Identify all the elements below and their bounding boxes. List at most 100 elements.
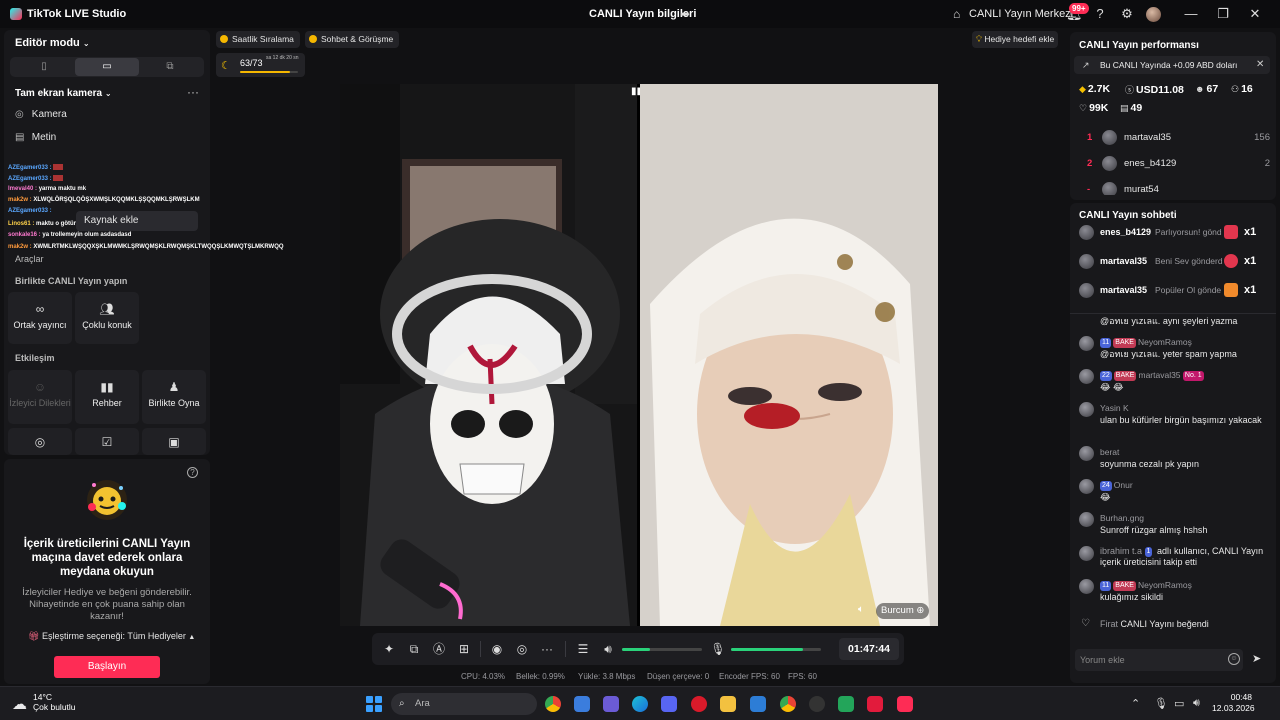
volume-icon[interactable]: 🔊︎ bbox=[600, 641, 616, 657]
moon-icon: ☾ bbox=[221, 60, 231, 72]
settings-dial-icon[interactable]: ◎ bbox=[514, 641, 530, 657]
more-icon[interactable]: ··· bbox=[539, 641, 555, 657]
fan-badge: BAKE bbox=[1113, 581, 1136, 591]
add-source-button[interactable]: Kaynak ekle bbox=[76, 211, 198, 231]
tool-tile[interactable]: ☑ bbox=[75, 428, 139, 455]
gift-row: enes_b4129 Parlıyorsun! gönd x1 bbox=[1079, 224, 1275, 242]
chat-message[interactable]: Burhan.gng Sunroff rüzgar almış hshsh bbox=[1079, 512, 1273, 538]
discord-icon[interactable] bbox=[661, 696, 677, 712]
link-icon: ∞ bbox=[35, 302, 45, 316]
sliders-icon[interactable]: ☰ bbox=[575, 641, 591, 657]
chat-message[interactable]: 11 BAKE NeyomRamoş kulağımız sikildi bbox=[1079, 579, 1273, 605]
home-icon[interactable]: ⌂ bbox=[953, 7, 960, 21]
help-icon[interactable]: ? bbox=[187, 467, 198, 478]
record-icon[interactable]: ◉ bbox=[489, 641, 505, 657]
gift-icon bbox=[1224, 283, 1238, 297]
tool-tile[interactable]: ◎ bbox=[8, 428, 72, 455]
chat-call-button[interactable]: Sohbet & Görüşme bbox=[305, 31, 400, 48]
landscape-mode-button[interactable]: ▭ bbox=[75, 58, 139, 76]
earnings-banner[interactable]: ↗ Bu CANLI Yayında +0.09 ABD doları ✕ bbox=[1074, 56, 1270, 74]
opera-icon[interactable] bbox=[691, 696, 707, 712]
help-icon[interactable]: ? bbox=[1092, 6, 1108, 22]
gear-icon[interactable]: ⚙ bbox=[1119, 6, 1135, 22]
tiktok-logo-icon bbox=[10, 8, 22, 20]
chat-app-icon[interactable] bbox=[838, 696, 854, 712]
co-host-button[interactable]: ∞ Ortak yayıncı bbox=[8, 292, 72, 344]
tool-tile[interactable]: ▣ bbox=[142, 428, 206, 455]
chrome-icon[interactable] bbox=[780, 696, 796, 712]
match-option-dropdown[interactable]: 🎁︎ Eşleştirme seçeneği: Tüm Hediyeler ▲ bbox=[28, 631, 195, 642]
source-text[interactable]: ▤ Metin bbox=[15, 132, 56, 143]
mic-slider[interactable] bbox=[731, 648, 821, 651]
start-match-button[interactable]: Başlayın bbox=[54, 656, 160, 678]
effects-icon[interactable]: ⧉ bbox=[406, 641, 422, 657]
ai-icon[interactable]: Ⓐ bbox=[431, 641, 447, 657]
edge-icon[interactable] bbox=[632, 696, 648, 712]
follow-notice[interactable]: ibrahim t.a 1 adlı kullanıcı, CANLI Yayı… bbox=[1079, 546, 1273, 572]
ranking-row[interactable]: 2 enes_b4129 2 bbox=[1084, 155, 1270, 173]
add-gift-goal-button[interactable]: 💡︎ Hediye hedefi ekle bbox=[972, 31, 1059, 48]
scene-dropdown[interactable]: Tam ekran kamera ⌄ bbox=[15, 88, 112, 99]
emoji-icon[interactable]: ☺ bbox=[1228, 653, 1240, 665]
chat-message[interactable]: Yasin K ulan bu küfürler birgün başımızı… bbox=[1079, 402, 1273, 438]
maximize-icon[interactable]: ❐ bbox=[1215, 6, 1231, 22]
weather-icon[interactable]: ☁ bbox=[12, 695, 27, 713]
chat-message[interactable]: @อทเย yเzเลแ. aynı şeyleri yazma bbox=[1079, 316, 1273, 328]
live-preview[interactable]: ▮▮▮ bbox=[340, 84, 938, 626]
close-icon[interactable]: ✕ bbox=[1256, 56, 1264, 74]
dual-mode-button[interactable]: ⧉ bbox=[138, 58, 202, 76]
followers-stat: ⚇ 16 bbox=[1231, 83, 1253, 95]
editor-mode-dropdown[interactable]: Editör modu ⌄ bbox=[15, 37, 90, 49]
chrome-icon[interactable] bbox=[545, 696, 561, 712]
more-icon[interactable]: ··· bbox=[187, 85, 199, 99]
taskbar-clock[interactable]: 00:48 12.03.2026 bbox=[1212, 692, 1255, 714]
promo-description: İzleyiciler Hediye ve beğeni gönderebili… bbox=[22, 587, 192, 622]
guide-button[interactable]: ▮▮ Rehber bbox=[75, 370, 139, 424]
avatar bbox=[1079, 402, 1094, 417]
github-icon[interactable] bbox=[809, 696, 825, 712]
chevron-up-icon[interactable]: ⌃ bbox=[1131, 697, 1140, 710]
multi-guest-button[interactable]: 👥︎ Çoklu konuk bbox=[75, 292, 139, 344]
close-icon[interactable]: ✕ bbox=[1247, 6, 1263, 22]
goal-widget[interactable]: ☾ 63/73 sa 12 dk 20 sn bbox=[216, 53, 305, 77]
title-bar: TikTok LIVE Studio CANLI Yayın bilgileri… bbox=[0, 0, 1280, 28]
portrait-mode-button[interactable]: ▯ bbox=[12, 58, 76, 76]
microphone-icon[interactable]: 🎙︎ bbox=[1154, 697, 1168, 710]
chat-message[interactable]: 22 BAKE martaval35 No. 1 😂 😂 bbox=[1079, 369, 1273, 397]
chat-message[interactable]: 24 Onur 😂 bbox=[1079, 479, 1273, 505]
weather-widget[interactable]: 14°C Çok bulutlu bbox=[33, 692, 76, 712]
windows-start-icon[interactable] bbox=[366, 696, 382, 712]
ranking-row[interactable]: - murat54 bbox=[1084, 181, 1270, 195]
avatar[interactable] bbox=[1146, 7, 1161, 22]
volume-icon[interactable]: 🔊︎ bbox=[1193, 697, 1200, 710]
magic-wand-icon[interactable]: ✦ bbox=[381, 641, 397, 657]
microphone-icon[interactable]: 🎙︎ bbox=[710, 641, 726, 657]
level-badge: 22 bbox=[1100, 371, 1112, 381]
hourly-ranking-button[interactable]: Saatlik Sıralama bbox=[216, 31, 300, 48]
speaker-icon[interactable]: 🔈︎ bbox=[858, 604, 864, 615]
play-together-button[interactable]: ♟ Birlikte Oyna bbox=[142, 370, 206, 424]
youtube-icon[interactable] bbox=[867, 696, 883, 712]
folder-icon[interactable] bbox=[720, 696, 736, 712]
guest-name-tag[interactable]: Burcum ⊕ bbox=[876, 603, 930, 619]
minimize-icon[interactable]: — bbox=[1183, 6, 1199, 22]
goal-progress-fill bbox=[240, 71, 290, 73]
viewer-wishes-button[interactable]: ☺ İzleyici Dilekleri bbox=[8, 370, 72, 424]
ranking-row[interactable]: 1 martaval35 156 bbox=[1084, 129, 1270, 147]
comment-input[interactable]: Yorum ekle bbox=[1075, 649, 1243, 671]
share-icon[interactable]: ➦ bbox=[680, 7, 690, 21]
live-center-link[interactable]: CANLI Yayın Merkezi bbox=[969, 8, 1073, 20]
source-camera[interactable]: ◎ Kamera bbox=[15, 109, 67, 120]
send-icon[interactable]: ➤ bbox=[1252, 652, 1261, 665]
tiktok-live-icon[interactable] bbox=[897, 696, 913, 712]
display-icon[interactable]: ▭ bbox=[1174, 697, 1184, 710]
chat-message[interactable]: berat soyunma cezalı pk yapın bbox=[1079, 446, 1273, 472]
volume-slider[interactable] bbox=[622, 648, 702, 651]
mail-icon[interactable] bbox=[750, 696, 766, 712]
add-media-icon[interactable]: ⊞ bbox=[456, 641, 472, 657]
chat-message[interactable]: 11 BAKE NeyomRamoş @อทเย yเzเลแ. yeter spa… bbox=[1079, 336, 1273, 364]
store-icon[interactable] bbox=[574, 696, 590, 712]
teams-icon[interactable] bbox=[603, 696, 619, 712]
camera-icon: ◎ bbox=[15, 109, 24, 120]
taskbar-search[interactable]: ⌕ Ara bbox=[391, 693, 537, 715]
